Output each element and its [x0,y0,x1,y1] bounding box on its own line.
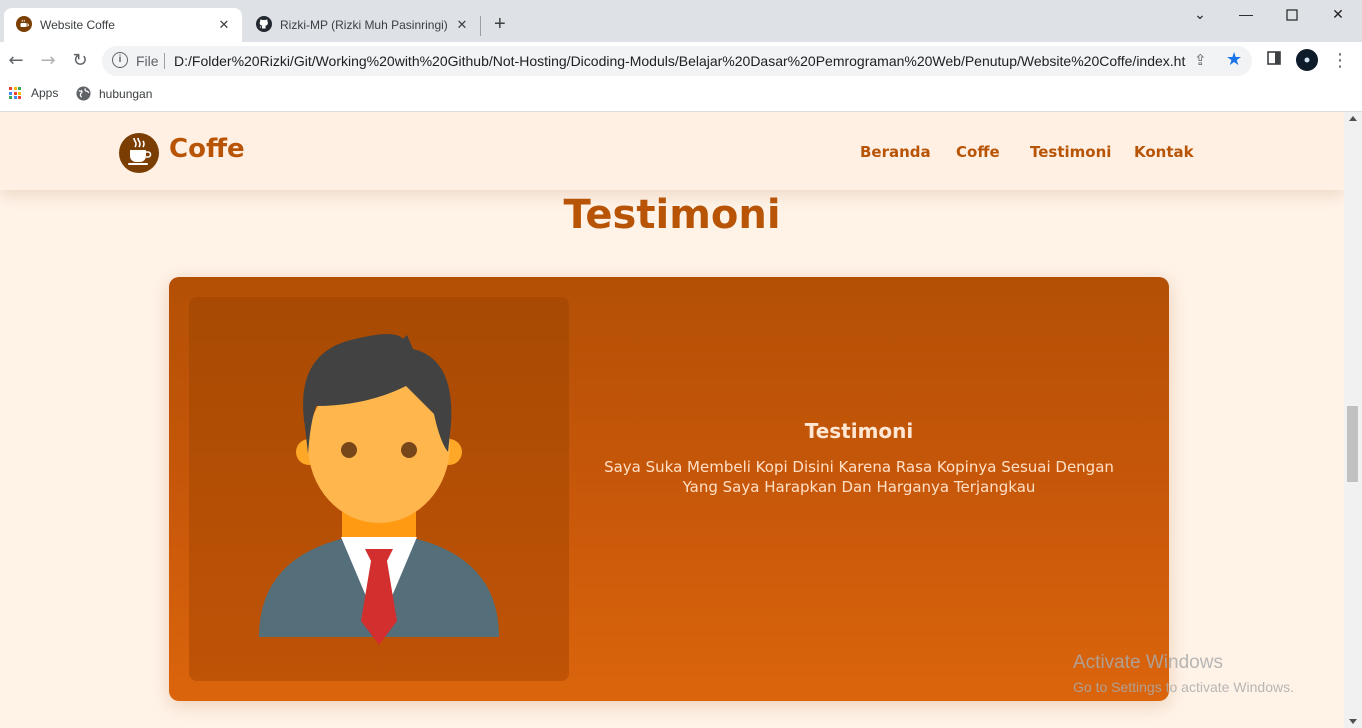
tab-close-icon[interactable]: ✕ [216,17,232,33]
section-title: Testimoni [563,192,781,238]
nav-link-coffe[interactable]: Coffe [956,143,1000,161]
window-close-icon[interactable]: ✕ [1328,6,1348,23]
scroll-up-arrow-icon[interactable] [1349,116,1357,121]
apps-grid-icon [9,87,21,99]
bookmark-hubungan[interactable]: hubungan [76,86,152,101]
scheme-label: File [136,53,159,69]
site-logo-text[interactable]: Coffe [169,134,245,164]
testimonial-card: Testimoni Saya Suka Membeli Kopi Disini … [169,277,1169,701]
testimonial-avatar [189,297,569,681]
scrollbar-thumb[interactable] [1347,406,1358,482]
bookmark-label: hubungan [99,86,153,101]
maximize-icon[interactable] [1282,6,1302,24]
nav-link-beranda[interactable]: Beranda [860,143,931,161]
activate-windows-watermark: Activate Windows Go to Settings to activ… [1073,652,1294,695]
new-tab-button[interactable]: + [494,14,506,34]
github-icon [256,15,272,35]
url-text[interactable]: D:/Folder%20Rizki/Git/Working%20with%20G… [174,53,1186,69]
coffee-logo-icon[interactable] [119,133,159,173]
nav-link-testimoni[interactable]: Testimoni [1030,143,1111,161]
nav-link-kontak[interactable]: Kontak [1134,143,1194,161]
watermark-title: Activate Windows [1073,652,1223,673]
page-scrollbar[interactable] [1344,112,1362,728]
address-bar[interactable]: i File D:/Folder%20Rizki/Git/Working%20w… [102,46,1252,76]
businessman-avatar-icon [259,334,499,645]
coffee-favicon [16,15,32,35]
side-panel-icon[interactable] [1264,50,1284,70]
tab-search-chevron-icon[interactable]: ⌄ [1190,6,1210,23]
browser-toolbar: ← → ↻ i File D:/Folder%20Rizki/Git/Worki… [0,42,1362,80]
bookmarks-bar: Apps hubungan [0,80,1362,112]
omnibox-separator [164,53,165,69]
site-header: Coffe Beranda Coffe Testimoni Kontak [0,112,1344,190]
testimonial-title: Testimoni [804,419,914,443]
tab-separator [480,16,481,36]
tab-title: Rizki-MP (Rizki Muh Pasinringi) [280,18,448,32]
forward-arrow-icon[interactable]: → [38,51,58,71]
scroll-down-arrow-icon[interactable] [1349,719,1357,724]
tab-title: Website Coffe [40,18,115,32]
tab-github-profile[interactable]: Rizki-MP (Rizki Muh Pasinringi) ✕ [244,8,480,42]
site-info-icon[interactable]: i [112,52,128,68]
web-page: Coffe Beranda Coffe Testimoni Kontak Tes… [0,112,1344,728]
reload-icon[interactable]: ↻ [70,51,90,71]
bookmark-star-icon[interactable]: ★ [1226,49,1242,70]
globe-icon [76,86,91,101]
bookmark-apps[interactable]: Apps [9,86,58,100]
tab-close-icon[interactable]: ✕ [454,17,470,33]
browser-tab-bar: Website Coffe ✕ Rizki-MP (Rizki Muh Pasi… [0,0,1362,42]
menu-kebab-icon[interactable]: ⋮ [1330,51,1350,71]
testimonial-text: Saya Suka Membeli Kopi Disini Karena Ras… [604,458,1114,496]
minimize-icon[interactable]: — [1236,6,1256,22]
back-arrow-icon[interactable]: ← [6,51,26,71]
bookmark-label: Apps [31,86,59,100]
share-icon[interactable]: ⇪ [1194,51,1207,69]
tab-website-coffe[interactable]: Website Coffe ✕ [4,8,242,42]
profile-avatar[interactable] [1296,49,1318,76]
watermark-subtitle: Go to Settings to activate Windows. [1073,679,1294,695]
